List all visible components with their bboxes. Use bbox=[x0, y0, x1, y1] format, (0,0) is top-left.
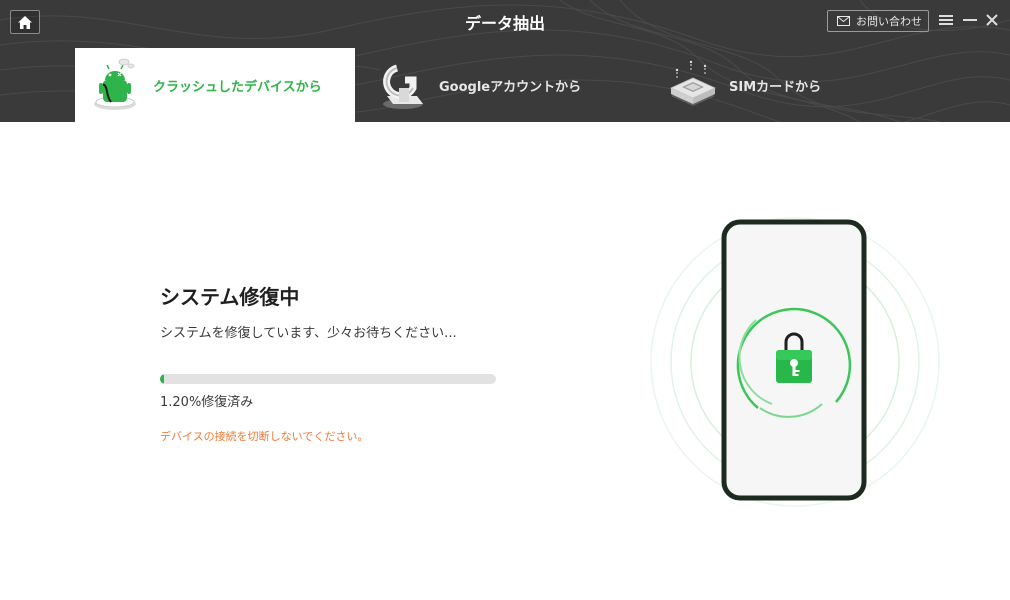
close-icon bbox=[986, 14, 998, 26]
menu-icon bbox=[939, 15, 953, 25]
status-description: システムを修復しています、少々お待ちください... bbox=[160, 326, 457, 341]
home-icon bbox=[18, 15, 32, 29]
sim-card-icon bbox=[670, 60, 716, 106]
tab-label: Googleアカウントから bbox=[439, 79, 582, 95]
progress-text: 1.20%修復済み bbox=[160, 395, 254, 410]
mail-icon bbox=[837, 16, 850, 26]
tab-label: SIMカードから bbox=[729, 79, 822, 95]
warning-text: デバイスの接続を切断しないでください。 bbox=[160, 430, 369, 443]
menu-button[interactable] bbox=[937, 11, 955, 29]
android-device-icon bbox=[94, 58, 136, 110]
tab-crashed-device[interactable]: クラッシュしたデバイスから bbox=[75, 48, 355, 122]
minimize-icon bbox=[963, 19, 977, 21]
progress-bar bbox=[160, 374, 496, 384]
google-account-icon bbox=[383, 64, 423, 109]
minimize-button[interactable] bbox=[961, 11, 979, 29]
home-button[interactable] bbox=[10, 10, 40, 34]
page-title: システム修復中 bbox=[160, 285, 300, 309]
contact-label: お問い合わせ bbox=[856, 15, 922, 28]
phone-repair-illustration bbox=[650, 217, 940, 507]
tab-google-account[interactable]: Googleアカウントから bbox=[377, 48, 637, 122]
header: データ抽出 お問い合わせ クラッシュしたデバイスから Googleアカウントから… bbox=[0, 0, 1010, 122]
contact-button[interactable]: お問い合わせ bbox=[827, 10, 929, 32]
app-window: データ抽出 お問い合わせ クラッシュしたデバイスから Googleアカウントから… bbox=[0, 0, 1010, 600]
tab-sim-card[interactable]: SIMカードから bbox=[667, 48, 927, 122]
progress-fill bbox=[160, 374, 165, 384]
close-button[interactable] bbox=[983, 11, 1001, 29]
tab-label: クラッシュしたデバイスから bbox=[153, 79, 322, 95]
